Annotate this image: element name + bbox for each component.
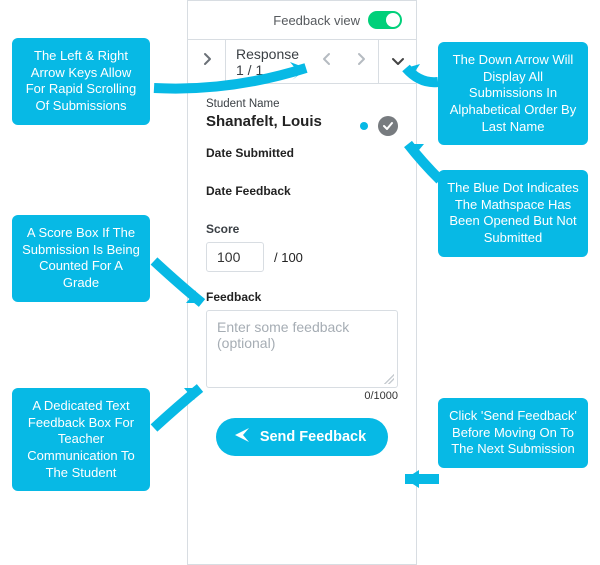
chevron-right-icon: [356, 52, 366, 71]
arrow-icon: [398, 62, 442, 90]
callout-down-arrow: The Down Arrow Will Display All Submissi…: [438, 42, 588, 145]
callout-blue-dot: The Blue Dot Indicates The Mathspace Has…: [438, 170, 588, 257]
send-feedback-button[interactable]: Send Feedback: [216, 418, 388, 456]
student-block: Student Name Shanafelt, Louis: [206, 98, 322, 146]
arrow-icon: [150, 62, 320, 94]
feedback-view-toggle[interactable]: [368, 11, 402, 29]
feedback-view-label: Feedback view: [273, 13, 360, 28]
score-label: Score: [206, 222, 398, 236]
arrow-icon: [397, 468, 443, 490]
next-response-button[interactable]: [344, 40, 378, 84]
chevron-left-icon: [322, 52, 332, 71]
arrow-icon: [150, 382, 208, 432]
score-row: 100 / 100: [206, 242, 398, 272]
feedback-counter: 0/1000: [206, 390, 398, 402]
score-input[interactable]: 100: [206, 242, 264, 272]
student-name-value: Shanafelt, Louis: [206, 113, 322, 130]
content-area: Student Name Shanafelt, Louis Date Submi…: [188, 83, 416, 456]
feedback-view-row: Feedback view: [188, 1, 416, 39]
date-feedback-label: Date Feedback: [206, 184, 398, 198]
prev-next-group: [310, 40, 378, 84]
status-icons: [360, 116, 398, 136]
feedback-textarea[interactable]: Enter some feedback (optional): [206, 310, 398, 388]
callout-score-box: A Score Box If The Submission Is Being C…: [12, 215, 150, 302]
callout-send-feedback: Click 'Send Feedback' Before Moving On T…: [438, 398, 588, 468]
send-feedback-label: Send Feedback: [260, 429, 366, 445]
arrow-icon: [150, 255, 210, 310]
student-name-label: Student Name: [206, 98, 322, 110]
arrow-icon: [400, 138, 444, 184]
score-max-label: / 100: [274, 250, 303, 265]
status-dot-icon: [360, 122, 368, 130]
callout-arrow-keys: The Left & Right Arrow Keys Allow For Ra…: [12, 38, 150, 125]
feedback-label: Feedback: [206, 290, 398, 304]
status-check-icon: [378, 116, 398, 136]
date-submitted-label: Date Submitted: [206, 146, 398, 160]
callout-feedback-box: A Dedicated Text Feedback Box For Teache…: [12, 388, 150, 491]
send-icon: [234, 427, 250, 447]
